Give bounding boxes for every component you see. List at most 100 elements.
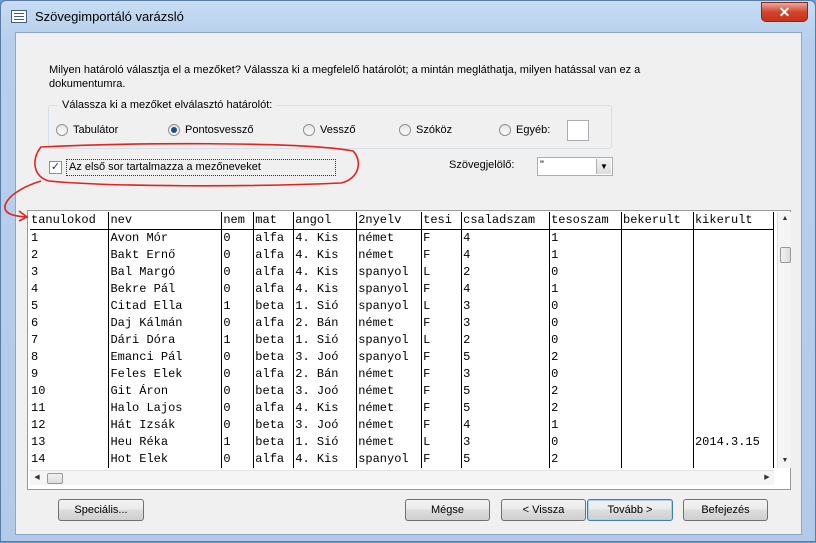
table-cell: 0 bbox=[221, 229, 255, 247]
radio-indicator[interactable] bbox=[399, 124, 411, 136]
table-cell bbox=[621, 400, 694, 417]
table-cell: Bakt Ernő bbox=[108, 247, 223, 264]
radio-indicator[interactable] bbox=[303, 124, 315, 136]
table-row: 11 Halo Lajos 0 alfa 4. Kis német F 5 2 bbox=[30, 400, 774, 417]
checkmark-icon[interactable]: ✓ bbox=[49, 161, 62, 174]
table-cell: spanyol bbox=[356, 298, 423, 315]
wizard-window: Szövegimportáló varázsló ✕ Milyen határo… bbox=[0, 0, 816, 542]
scroll-down-icon[interactable]: ▼ bbox=[778, 454, 792, 468]
table-cell: 1 bbox=[549, 417, 623, 434]
radio-space[interactable]: Szóköz bbox=[399, 124, 452, 136]
text-qualifier-select[interactable]: " ▼ bbox=[537, 157, 613, 176]
horizontal-scroll-thumb[interactable] bbox=[47, 473, 63, 484]
table-cell: alfa bbox=[253, 281, 295, 298]
table-cell: 3. Joó bbox=[293, 349, 358, 366]
table-row: 3 Bal Margó 0 alfa 4. Kis spanyol L 2 0 bbox=[30, 264, 774, 281]
radio-semicolon-label: Pontosvessző bbox=[185, 124, 254, 136]
table-cell: 5 bbox=[30, 298, 110, 315]
table-cell bbox=[693, 366, 774, 383]
first-row-label: Az első sor tartalmazza a mezőneveket bbox=[66, 159, 336, 176]
table-cell: 3. Joó bbox=[293, 417, 358, 434]
preview-grid[interactable]: tanulokod nev nem mat angol 2nyelv tesi csalads… bbox=[30, 212, 774, 468]
next-button[interactable]: Tovább > bbox=[587, 499, 673, 521]
table-row: 14 Hot Elek 0 alfa 4. Kis spanyol F 5 2 bbox=[30, 451, 774, 468]
table-row: 4 Bekre Pál 0 alfa 4. Kis spanyol F 4 1 bbox=[30, 281, 774, 298]
table-cell: 8 bbox=[30, 349, 110, 366]
table-cell: 3 bbox=[461, 366, 551, 383]
table-cell: 0 bbox=[221, 400, 255, 417]
radio-indicator-selected[interactable] bbox=[168, 124, 180, 136]
table-cell: 0 bbox=[549, 298, 623, 315]
other-delimiter-input[interactable] bbox=[567, 120, 589, 141]
table-cell: 4 bbox=[461, 417, 551, 434]
table-cell: 0 bbox=[221, 247, 255, 264]
close-button[interactable]: ✕ bbox=[761, 2, 808, 22]
table-cell: Dári Dóra bbox=[108, 332, 223, 349]
table-cell: 2 bbox=[30, 247, 110, 264]
horizontal-scrollbar[interactable]: ◀ ▶ bbox=[30, 470, 774, 485]
table-cell: beta bbox=[253, 383, 295, 400]
table-cell: alfa bbox=[253, 247, 295, 264]
text-qualifier-value: " bbox=[540, 159, 544, 171]
title-bar[interactable]: Szövegimportáló varázsló ✕ bbox=[1, 1, 815, 31]
table-cell: 14 bbox=[30, 451, 110, 468]
table-cell: alfa bbox=[253, 400, 295, 417]
table-cell: F bbox=[421, 247, 463, 264]
table-cell bbox=[621, 383, 694, 400]
radio-other-label: Egyéb: bbox=[516, 124, 551, 136]
radio-indicator[interactable] bbox=[499, 124, 511, 136]
radio-space-label: Szóköz bbox=[416, 124, 453, 136]
table-cell: 4. Kis bbox=[293, 229, 358, 247]
table-cell: 4. Kis bbox=[293, 264, 358, 281]
table-cell: 2 bbox=[549, 451, 623, 468]
table-cell: 9 bbox=[30, 366, 110, 383]
advanced-button[interactable]: Speciális... bbox=[58, 499, 144, 521]
column-header: tanulokod bbox=[30, 212, 110, 230]
table-cell: 0 bbox=[549, 366, 623, 383]
table-cell: alfa bbox=[253, 451, 295, 468]
table-cell: Avon Mór bbox=[108, 229, 223, 247]
finish-button[interactable]: Befejezés bbox=[683, 499, 768, 521]
table-cell: Bal Margó bbox=[108, 264, 223, 281]
radio-semicolon[interactable]: Pontosvessző bbox=[168, 124, 253, 136]
table-cell: L bbox=[421, 298, 463, 315]
table-cell: F bbox=[421, 366, 463, 383]
table-cell: spanyol bbox=[356, 264, 423, 281]
column-header: tesi bbox=[421, 212, 463, 230]
scroll-up-icon[interactable]: ▲ bbox=[778, 212, 792, 226]
table-row: 2 Bakt Ernő 0 alfa 4. Kis német F 4 1 bbox=[30, 247, 774, 264]
scroll-left-icon[interactable]: ◀ bbox=[30, 471, 44, 485]
vertical-scroll-thumb[interactable] bbox=[780, 247, 791, 263]
table-cell bbox=[693, 417, 774, 434]
scroll-right-icon[interactable]: ▶ bbox=[760, 471, 774, 485]
table-cell bbox=[693, 264, 774, 281]
table-cell: Hát Izsák bbox=[108, 417, 223, 434]
table-cell bbox=[621, 349, 694, 366]
table-cell: 1 bbox=[221, 298, 255, 315]
cancel-button[interactable]: Mégse bbox=[405, 499, 490, 521]
first-row-checkbox[interactable]: ✓ Az első sor tartalmazza a mezőneveket bbox=[49, 159, 336, 176]
back-button[interactable]: < Vissza bbox=[501, 499, 586, 521]
vertical-scrollbar[interactable]: ▲ ▼ bbox=[777, 212, 791, 468]
column-header: kikerult bbox=[693, 212, 774, 230]
table-row: 13 Heu Réka 1 beta 1. Sió német L 3 0 2014.3.15 bbox=[30, 434, 774, 451]
table-cell bbox=[621, 366, 694, 383]
table-cell: 3 bbox=[461, 298, 551, 315]
radio-tab[interactable]: Tabulátor bbox=[56, 124, 118, 136]
table-cell: 5 bbox=[461, 383, 551, 400]
table-cell: 2 bbox=[549, 400, 623, 417]
instructions-text: Milyen határoló választja el a mezőket? … bbox=[49, 64, 641, 90]
chevron-down-icon[interactable]: ▼ bbox=[596, 159, 611, 174]
radio-indicator[interactable] bbox=[56, 124, 68, 136]
table-cell bbox=[621, 315, 694, 332]
table-cell: 3 bbox=[461, 315, 551, 332]
radio-tab-label: Tabulátor bbox=[73, 124, 119, 136]
table-cell: F bbox=[421, 383, 463, 400]
table-cell: 1. Sió bbox=[293, 332, 358, 349]
table-cell: 1 bbox=[30, 229, 110, 247]
radio-comma[interactable]: Vessző bbox=[303, 124, 355, 136]
table-cell bbox=[693, 298, 774, 315]
table-cell: 0 bbox=[221, 315, 255, 332]
radio-other[interactable]: Egyéb: bbox=[499, 124, 550, 136]
table-cell: beta bbox=[253, 349, 295, 366]
